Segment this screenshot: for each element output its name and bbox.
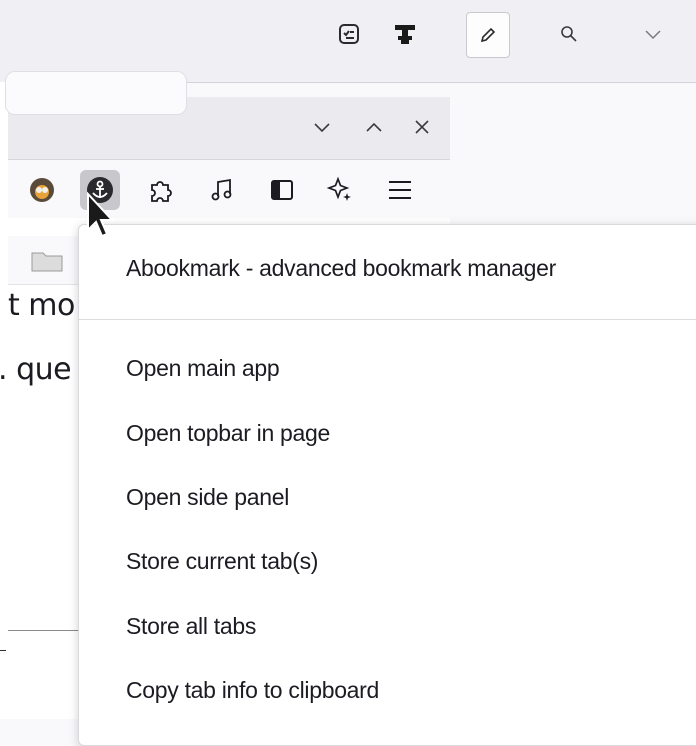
extension-context-menu: Abookmark - advanced bookmark manager Op… bbox=[78, 224, 696, 746]
menu-item-copy-tab-info[interactable]: Copy tab info to clipboard bbox=[126, 677, 379, 704]
menu-item-open-side-panel[interactable]: Open side panel bbox=[126, 484, 289, 511]
menu-item-open-main-app[interactable]: Open main app bbox=[126, 355, 280, 382]
menu-item-store-current-tabs[interactable]: Store current tab(s) bbox=[126, 548, 318, 575]
page-mark bbox=[0, 650, 6, 651]
page-text-fragment: t mo bbox=[8, 288, 75, 323]
menu-icon[interactable] bbox=[380, 170, 420, 210]
search-icon[interactable] bbox=[548, 12, 590, 56]
music-icon[interactable] bbox=[202, 170, 242, 210]
mouse-cursor-icon bbox=[86, 191, 116, 240]
pen-icon[interactable] bbox=[466, 12, 510, 58]
puzzle-icon[interactable] bbox=[140, 170, 180, 210]
background-edge bbox=[0, 82, 8, 719]
tree-icon[interactable] bbox=[384, 12, 426, 56]
chevron-up-icon[interactable] bbox=[362, 114, 386, 140]
page-divider bbox=[8, 630, 78, 631]
menu-item-store-all-tabs[interactable]: Store all tabs bbox=[126, 613, 256, 640]
close-icon[interactable] bbox=[410, 114, 434, 140]
menu-separator bbox=[79, 319, 696, 320]
extension-group bbox=[5, 71, 187, 115]
chevron-down-icon[interactable] bbox=[632, 12, 674, 56]
sidebar-icon[interactable] bbox=[262, 170, 302, 210]
checklist-icon[interactable] bbox=[328, 12, 370, 56]
chevron-down-icon[interactable] bbox=[310, 114, 334, 140]
menu-item-open-topbar[interactable]: Open topbar in page bbox=[126, 420, 330, 447]
page-text-fragment: . que bbox=[0, 352, 72, 387]
menu-header: Abookmark - advanced bookmark manager bbox=[126, 255, 556, 281]
folder-icon[interactable] bbox=[30, 249, 64, 273]
sparkle-icon[interactable] bbox=[320, 170, 360, 210]
extension-colorful-icon[interactable] bbox=[22, 170, 62, 210]
